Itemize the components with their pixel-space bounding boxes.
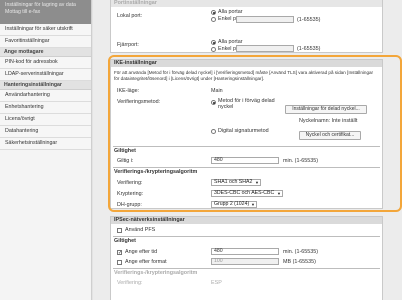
checkbox-label: Ange efter format: [125, 259, 167, 265]
sidebar-item-secure-print[interactable]: Inställningar för säker utskrift: [0, 24, 91, 36]
port-settings-section: Portinställningar Lokal port: Alla porta…: [110, 0, 383, 53]
ipsec-network-section: IPSec-nätverksinställningar Använd PFS G…: [110, 216, 383, 300]
use-pfs-checkbox[interactable]: [117, 228, 122, 233]
sidebar-heading-recipients: Ange mottagare: [0, 48, 91, 57]
range-hint: (1-65535): [297, 17, 321, 23]
local-all-ports-radio[interactable]: [211, 10, 216, 15]
divider: [113, 268, 380, 269]
local-port-input[interactable]: [236, 16, 294, 23]
size-checkbox[interactable]: [117, 260, 122, 265]
section-title: Portinställningar: [111, 0, 382, 7]
sidebar-item-favorites[interactable]: Favoritinställningar: [0, 36, 91, 48]
main-content: Portinställningar Lokal port: Alla porta…: [93, 0, 402, 300]
ipsec-time-input[interactable]: 480: [211, 248, 279, 255]
checkbox-label: Använd PFS: [125, 227, 156, 233]
sidebar-item-device[interactable]: Enhetshantering: [0, 102, 91, 114]
remote-port-input[interactable]: [236, 45, 294, 52]
section-title: IPSec-nätverksinställningar: [111, 217, 382, 224]
local-single-port-radio[interactable]: [211, 17, 216, 22]
local-port-label: Lokal port:: [117, 13, 143, 19]
unit-hint: MB (1-65535): [283, 259, 316, 265]
time-checkbox[interactable]: ✓: [117, 250, 122, 256]
sidebar-top-line[interactable]: Mottag till e-fax: [5, 9, 86, 16]
remote-all-ports-radio[interactable]: [211, 40, 216, 45]
algorithm-heading: Verifierings-/krypteringsalgoritm: [114, 270, 198, 276]
sidebar-item-users[interactable]: Användarhantering: [0, 90, 91, 102]
remote-single-port-radio[interactable]: [211, 47, 216, 52]
unit-hint: min. (1-65535): [283, 249, 319, 255]
validity-heading: Giltighet: [114, 238, 136, 244]
bottom-label: Verifiering:: [117, 280, 143, 286]
range-hint: (1-65535): [297, 46, 321, 52]
esp-label: ESP: [211, 280, 222, 286]
checkbox-label: Ange efter tid: [125, 249, 158, 255]
radio-label: Alla portar: [218, 9, 243, 15]
sidebar-item-pin[interactable]: PIN-kod för adressbok: [0, 57, 91, 69]
divider: [113, 236, 380, 237]
sidebar-item-security[interactable]: Säkerhetsinställningar: [0, 138, 91, 150]
sidebar-item-license[interactable]: Licens/övrigt: [0, 114, 91, 126]
highlight-frame: [108, 55, 402, 212]
sidebar-item-ldap[interactable]: LDAP-serverinställningar: [0, 69, 91, 81]
sidebar-heading-management: Hanteringsinställningar: [0, 81, 91, 90]
remote-port-label: Fjärrport:: [117, 42, 139, 48]
sidebar-item-data[interactable]: Datahantering: [0, 126, 91, 138]
sidebar-top-line[interactable]: Inställningar för lagring av data: [5, 2, 86, 9]
sidebar: Inställningar för lagring av data Mottag…: [0, 0, 92, 300]
sidebar-top-links[interactable]: Inställningar för lagring av data Mottag…: [0, 0, 91, 24]
ipsec-size-input[interactable]: 100: [211, 258, 279, 265]
